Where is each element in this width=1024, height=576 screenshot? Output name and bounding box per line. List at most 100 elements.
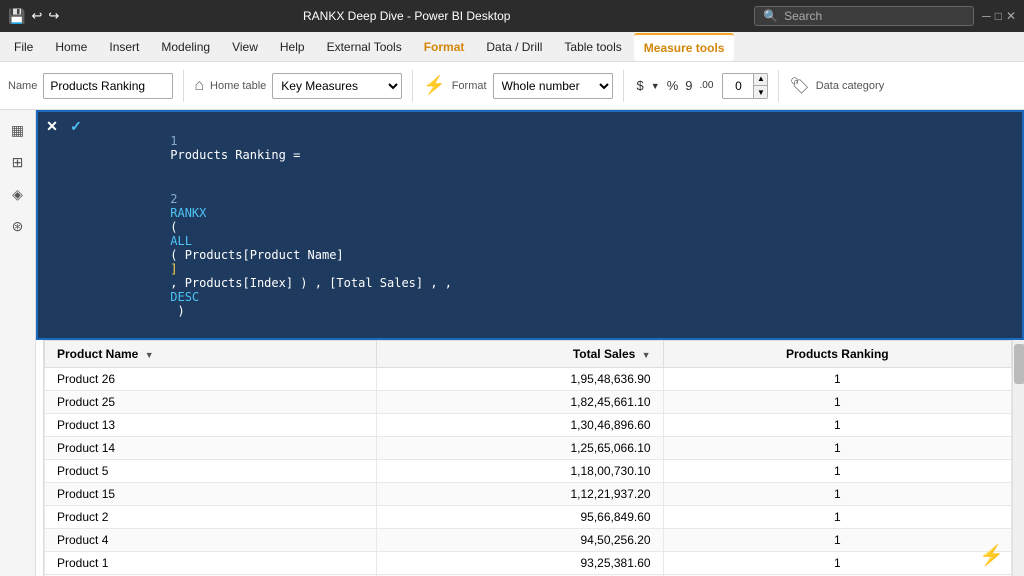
menu-view[interactable]: View	[222, 33, 268, 61]
menu-modeling[interactable]: Modeling	[151, 33, 220, 61]
decimal-increase-icon[interactable]: .00	[697, 78, 717, 93]
col-header-products-ranking[interactable]: Products Ranking	[663, 341, 1011, 368]
menu-table-tools[interactable]: Table tools	[554, 33, 631, 61]
table-row[interactable]: Product 5 1,18,00,730.10 1	[45, 460, 1012, 483]
menu-external-tools[interactable]: External Tools	[317, 33, 412, 61]
cell-total-sales: 1,82,45,661.10	[376, 391, 663, 414]
cell-product-name: Product 2	[45, 506, 377, 529]
cell-total-sales: 1,25,65,066.10	[376, 437, 663, 460]
formula-all-args: ( Products[Product Name]	[170, 248, 343, 262]
cell-total-sales: 95,66,849.60	[376, 506, 663, 529]
table-row[interactable]: Product 25 1,82,45,661.10 1	[45, 391, 1012, 414]
cell-total-sales: 94,50,256.20	[376, 529, 663, 552]
formula-desc: DESC	[170, 290, 199, 304]
col-label-total-sales: Total Sales	[573, 347, 635, 361]
col-header-product-name[interactable]: Product Name ▼	[45, 341, 377, 368]
data-category-label: Data category	[816, 80, 884, 92]
decimal-stepper[interactable]: ▲ ▼	[722, 73, 768, 99]
menu-measure-tools[interactable]: Measure tools	[634, 33, 735, 61]
thousands-separator-icon[interactable]: 9	[682, 76, 695, 95]
cell-total-sales: 93,25,381.60	[376, 552, 663, 575]
cell-ranking: 1	[663, 391, 1011, 414]
name-input[interactable]	[43, 73, 173, 99]
sidebar: ▦ ⊞ ◈ ⊛	[0, 110, 36, 576]
menu-bar: File Home Insert Modeling View Help Exte…	[0, 32, 1024, 62]
cell-product-name: Product 4	[45, 529, 377, 552]
cell-product-name: Product 14	[45, 437, 377, 460]
stepper-up[interactable]: ▲	[753, 73, 767, 86]
formula-all: ALL	[170, 234, 192, 248]
ribbon: Name ⌂ Home table Key Measures ⚡ Format …	[0, 62, 1024, 110]
sort-icon-total-sales: ▼	[642, 350, 651, 360]
cell-product-name: Product 15	[45, 483, 377, 506]
search-icon: 🔍	[763, 9, 778, 23]
sidebar-icon-model[interactable]: ◈	[6, 182, 30, 206]
formula-function: RANKX	[170, 206, 206, 220]
formula-text-1: Products Ranking =	[170, 148, 300, 162]
table-row[interactable]: Product 1 93,25,381.60 1	[45, 552, 1012, 575]
menu-data-drill[interactable]: Data / Drill	[476, 33, 552, 61]
main-content: ▦ ⊞ ◈ ⊛ ✕ ✓ 1 Products Ranking = 2 RANKX…	[0, 110, 1024, 576]
menu-help[interactable]: Help	[270, 33, 315, 61]
menu-format[interactable]: Format	[414, 33, 475, 61]
menu-file[interactable]: File	[4, 33, 43, 61]
formula-line-1: 1 Products Ranking =	[98, 120, 1014, 176]
formula-close: )	[170, 304, 184, 318]
stepper-down[interactable]: ▼	[753, 86, 767, 99]
menu-home[interactable]: Home	[45, 33, 97, 61]
formula-bar: ✕ ✓ 1 Products Ranking = 2 RANKX ( ALL (…	[36, 110, 1024, 340]
table-row[interactable]: Product 4 94,50,256.20 1	[45, 529, 1012, 552]
cell-ranking: 1	[663, 437, 1011, 460]
power-bi-logo: ⚡	[979, 543, 1004, 568]
formula-confirm-btn[interactable]: ✓	[66, 116, 86, 136]
search-placeholder: Search	[784, 9, 822, 23]
table-container: Product Name ▼ Total Sales ▼ Products Ra…	[36, 340, 1024, 576]
cell-ranking: 1	[663, 483, 1011, 506]
sidebar-icon-bar-chart[interactable]: ▦	[6, 118, 30, 142]
cell-ranking: 1	[663, 414, 1011, 437]
table-row[interactable]: Product 15 1,12,21,937.20 1	[45, 483, 1012, 506]
format-select[interactable]: Whole number	[493, 73, 613, 99]
table-body: Product 26 1,95,48,636.90 1 Product 25 1…	[45, 368, 1012, 576]
col-header-total-sales[interactable]: Total Sales ▼	[376, 341, 663, 368]
menu-insert[interactable]: Insert	[99, 33, 149, 61]
formula-cursor: ]	[170, 262, 177, 276]
sidebar-icon-table[interactable]: ⊞	[6, 150, 30, 174]
table-header-row: Product Name ▼ Total Sales ▼ Products Ra…	[45, 341, 1012, 368]
table-row[interactable]: Product 2 95,66,849.60 1	[45, 506, 1012, 529]
formula-paren-open: (	[170, 220, 184, 234]
format-label: Format	[452, 80, 487, 92]
table-row[interactable]: Product 14 1,25,65,066.10 1	[45, 437, 1012, 460]
scroll-bar[interactable]	[1012, 340, 1024, 576]
ribbon-divider-2	[412, 70, 413, 102]
scroll-thumb[interactable]	[1014, 344, 1024, 384]
cell-product-name: Product 5	[45, 460, 377, 483]
comma-dropdown-icon[interactable]: ▼	[648, 79, 663, 93]
table-row[interactable]: Product 26 1,95,48,636.90 1	[45, 368, 1012, 391]
formula-actions: ✕ ✓	[42, 116, 86, 136]
formula-line-2: 2 RANKX ( ALL ( Products[Product Name] ]…	[98, 178, 1014, 332]
name-label: Name	[8, 80, 37, 92]
cell-ranking: 1	[663, 506, 1011, 529]
home-table-select[interactable]: Key Measures	[272, 73, 402, 99]
col-label-product-name: Product Name	[57, 347, 138, 361]
sidebar-icon-dax[interactable]: ⊛	[6, 214, 30, 238]
cell-product-name: Product 1	[45, 552, 377, 575]
table-row[interactable]: Product 13 1,30,46,896.60 1	[45, 414, 1012, 437]
ribbon-divider-4	[778, 70, 779, 102]
cell-total-sales: 1,12,21,937.20	[376, 483, 663, 506]
cell-total-sales: 1,30,46,896.60	[376, 414, 663, 437]
cell-product-name: Product 25	[45, 391, 377, 414]
title-bar: 💾 ↩ ↪ RANKX Deep Dive - Power BI Desktop…	[0, 0, 1024, 32]
line-number-1: 1	[170, 134, 177, 148]
currency-icon[interactable]: $	[634, 76, 647, 95]
cell-total-sales: 1,95,48,636.90	[376, 368, 663, 391]
cell-ranking: 1	[663, 552, 1011, 575]
formula-cancel-btn[interactable]: ✕	[42, 116, 62, 136]
col-label-products-ranking: Products Ranking	[786, 347, 889, 361]
decimal-value-input[interactable]	[723, 74, 753, 98]
search-box[interactable]: 🔍 Search	[754, 6, 974, 26]
app-title: RANKX Deep Dive - Power BI Desktop	[59, 9, 754, 23]
percent-icon[interactable]: %	[664, 76, 682, 95]
left-filter-bar	[36, 340, 44, 576]
